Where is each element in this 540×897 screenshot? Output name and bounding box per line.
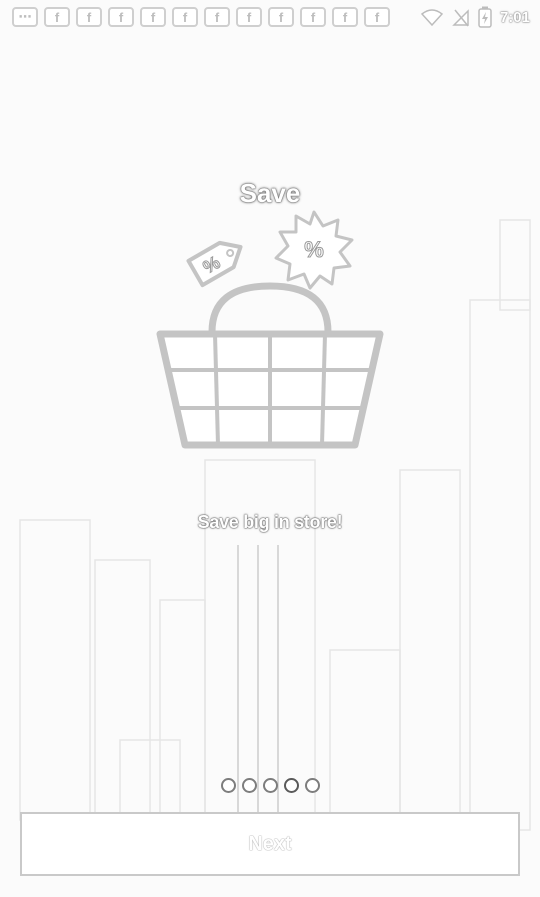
page-subtitle: Save big in store!: [197, 512, 343, 532]
page-indicator: [0, 778, 540, 793]
facebook-icon: f: [364, 7, 390, 27]
save-illustration: % %: [156, 210, 384, 449]
svg-text:%: %: [304, 237, 324, 262]
page-title: Save: [239, 178, 301, 208]
next-button[interactable]: Next: [20, 812, 520, 876]
discount-badge-icon: %: [274, 210, 354, 290]
wifi-icon: [420, 9, 444, 26]
no-signal-icon: [452, 9, 469, 27]
facebook-icon: f: [204, 7, 230, 27]
facebook-icon: f: [332, 7, 358, 27]
page-dot[interactable]: [241, 778, 257, 793]
facebook-icon: f: [236, 7, 262, 27]
page-dot[interactable]: [220, 778, 236, 793]
more-icon: ⋯: [12, 7, 38, 27]
shopping-basket-icon: [156, 282, 384, 449]
page-dot[interactable]: [262, 778, 278, 793]
facebook-icon: f: [268, 7, 294, 27]
facebook-icon: f: [172, 7, 198, 27]
battery-charging-icon: [478, 6, 492, 28]
system-status: 7:01: [420, 6, 530, 28]
clock: 7:01: [499, 8, 530, 26]
page-dot[interactable]: [304, 778, 320, 793]
facebook-icon: f: [140, 7, 166, 27]
status-bar: ⋯ f f f f f f f f f f f 7:01: [0, 0, 540, 34]
facebook-icon: f: [76, 7, 102, 27]
price-tag-icon: %: [186, 240, 243, 288]
facebook-icon: f: [108, 7, 134, 27]
notification-icons: ⋯ f f f f f f f f f f f: [12, 7, 390, 27]
facebook-icon: f: [44, 7, 70, 27]
page-dot-active[interactable]: [283, 778, 299, 793]
facebook-icon: f: [300, 7, 326, 27]
